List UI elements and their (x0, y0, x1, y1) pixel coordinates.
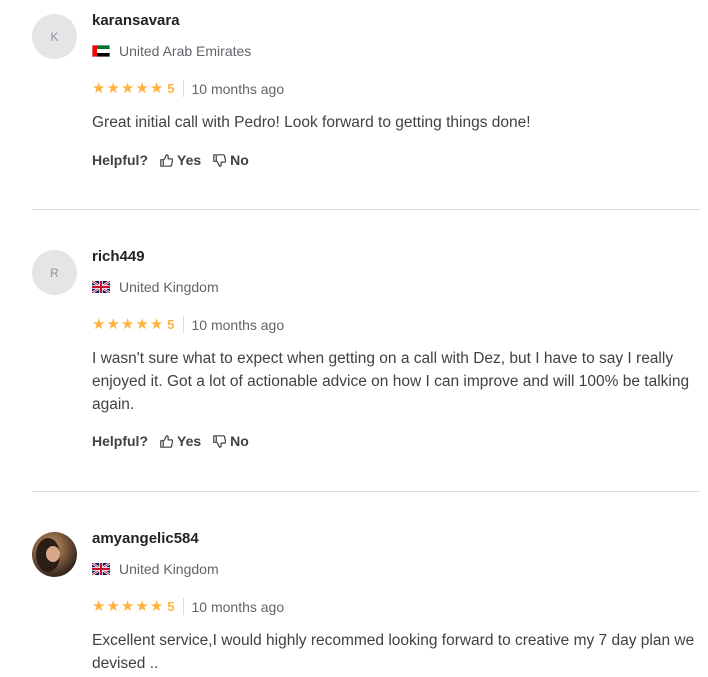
rating-divider (182, 316, 184, 333)
review-divider (32, 209, 700, 210)
helpful-no-button[interactable]: No (213, 433, 249, 449)
country-name: United Kingdom (119, 279, 219, 295)
review-time: 10 months ago (191, 598, 285, 615)
avatar-initial: K (50, 29, 59, 44)
yes-label: Yes (177, 433, 202, 449)
review-time: 10 months ago (191, 316, 285, 333)
star-icon: ★ (149, 80, 164, 97)
star-icon: ★ (120, 316, 135, 333)
star-icon: ★ (92, 316, 106, 333)
reviewer-country: United Kingdom (92, 279, 219, 295)
rating-divider (182, 80, 184, 97)
avatar[interactable]: K (32, 14, 77, 59)
star-rating: ★ ★ ★ ★ ★ 5 (92, 317, 175, 332)
no-label: No (230, 433, 249, 449)
yes-label: Yes (177, 152, 202, 168)
star-icon: ★ (106, 80, 120, 97)
rating-row: ★ ★ ★ ★ ★ 5 10 months ago (92, 316, 284, 333)
rating-score: 5 (167, 81, 175, 96)
star-rating: ★ ★ ★ ★ ★ 5 (92, 81, 175, 96)
star-icon: ★ (120, 598, 135, 615)
rating-row: ★ ★ ★ ★ ★ 5 10 months ago (92, 80, 284, 97)
country-name: United Arab Emirates (119, 43, 252, 59)
avatar-photo-face (46, 546, 60, 562)
avatar-initial: R (50, 265, 59, 280)
no-label: No (230, 152, 249, 168)
star-icon: ★ (106, 316, 120, 333)
avatar[interactable] (32, 532, 77, 577)
helpful-row: Helpful? Yes No (92, 433, 261, 449)
reviewer-country: United Kingdom (92, 561, 219, 577)
helpful-row: Helpful? Yes No (92, 152, 261, 168)
reviews-list: K karansavara United Arab Emirates ★ ★ ★ (0, 0, 708, 677)
review-divider (32, 491, 700, 492)
thumbs-down-icon (213, 434, 227, 448)
helpful-no-button[interactable]: No (213, 152, 249, 168)
reviewer-username[interactable]: karansavara (92, 12, 180, 29)
rating-row: ★ ★ ★ ★ ★ 5 10 months ago (92, 598, 284, 615)
review-text: Great initial call with Pedro! Look forw… (92, 114, 531, 131)
star-rating: ★ ★ ★ ★ ★ 5 (92, 599, 175, 614)
thumbs-up-icon (160, 434, 173, 448)
star-icon: ★ (149, 316, 164, 333)
star-icon: ★ (135, 316, 149, 333)
review-time: 10 months ago (191, 80, 285, 97)
star-icon: ★ (135, 80, 149, 97)
reviewer-username[interactable]: amyangelic584 (92, 530, 199, 547)
rating-divider (182, 598, 184, 615)
star-icon: ★ (106, 598, 120, 615)
uae-flag-icon (92, 45, 110, 57)
helpful-yes-button[interactable]: Yes (160, 152, 201, 168)
star-icon: ★ (135, 598, 149, 615)
star-icon: ★ (92, 80, 106, 97)
star-icon: ★ (92, 598, 106, 615)
avatar[interactable]: R (32, 250, 77, 295)
thumbs-down-icon (213, 153, 227, 167)
uk-flag-icon (92, 563, 110, 575)
reviewer-username[interactable]: rich449 (92, 248, 145, 265)
review-text: I wasn't sure what to expect when gettin… (92, 350, 690, 413)
country-name: United Kingdom (119, 561, 219, 577)
uk-flag-icon (92, 281, 110, 293)
helpful-label: Helpful? (92, 433, 148, 449)
helpful-label: Helpful? (92, 152, 148, 168)
helpful-yes-button[interactable]: Yes (160, 433, 201, 449)
reviewer-country: United Arab Emirates (92, 43, 251, 59)
star-icon: ★ (120, 80, 135, 97)
thumbs-up-icon (160, 153, 173, 167)
star-icon: ★ (149, 598, 164, 615)
review-text: Excellent service,I would highly recomme… (92, 632, 695, 672)
rating-score: 5 (167, 317, 175, 332)
rating-score: 5 (167, 599, 175, 614)
